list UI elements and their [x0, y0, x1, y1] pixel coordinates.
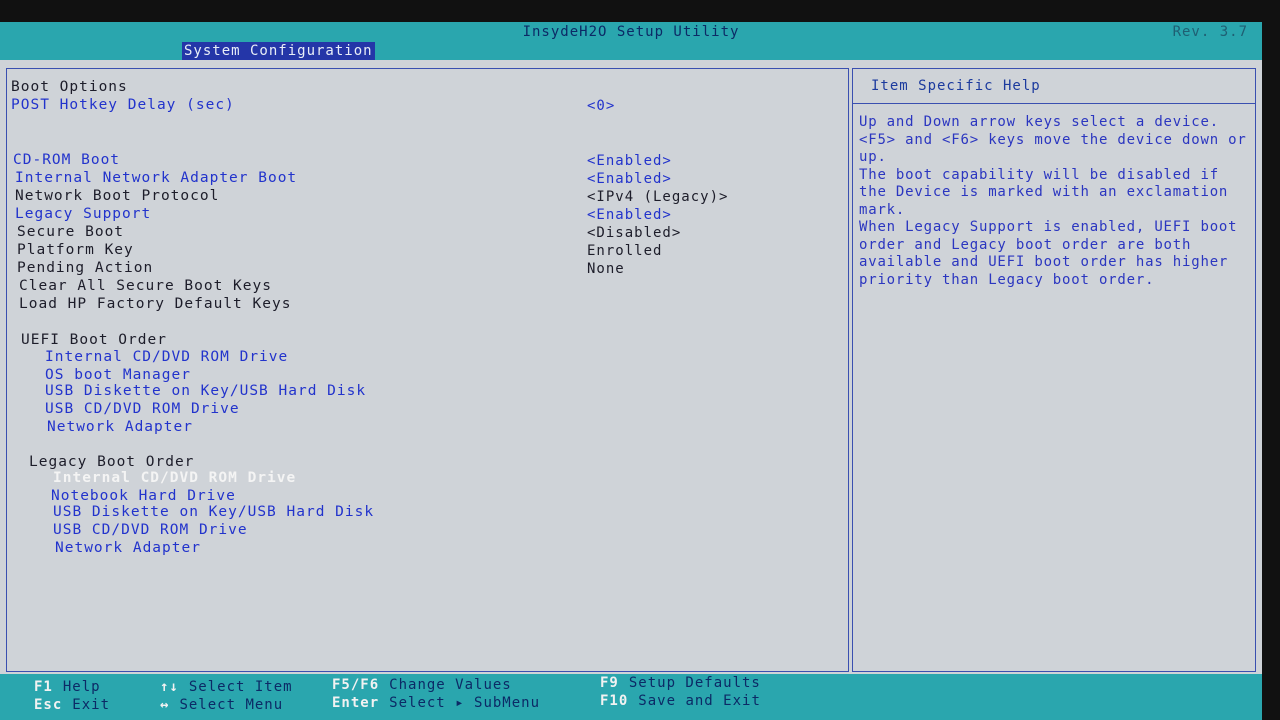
legacy-boot-item[interactable]: USB Diskette on Key/USB Hard Disk [53, 504, 374, 520]
save-exit-desc: Save and Exit [638, 693, 761, 709]
key-legend-bar: F1 Help Esc Exit ↑↓ Select Item ↔ Select Men… [0, 674, 1262, 720]
legacy-support-label[interactable]: Legacy Support [15, 206, 151, 222]
left-right-arrow-icon: ↔ [160, 697, 170, 713]
esc-exit-hint: Esc Exit [34, 697, 110, 713]
network-boot-protocol-value[interactable]: <IPv4 (Legacy)> [587, 189, 728, 205]
boot-options-heading: Boot Options [11, 79, 128, 95]
secure-boot-label[interactable]: Secure Boot [17, 224, 124, 240]
help-body: Up and Down arrow keys select a device. … [853, 104, 1255, 289]
select-menu-hint: ↔ Select Menu [160, 697, 283, 713]
setup-defaults-hint: F9 Setup Defaults [600, 675, 761, 691]
legacy-boot-item[interactable]: Network Adapter [55, 540, 201, 556]
uefi-boot-item[interactable]: OS boot Manager [45, 367, 191, 383]
network-boot-protocol-label[interactable]: Network Boot Protocol [15, 188, 219, 204]
app-title: InsydeH2O Setup Utility [522, 24, 740, 40]
f1-key: F1 [34, 679, 53, 695]
post-hotkey-delay-value[interactable]: <0> [587, 98, 615, 114]
f5-f6-key: F5/F6 [332, 677, 380, 693]
pending-action-label: Pending Action [17, 260, 154, 276]
help-text: Up and Down arrow keys select a device. … [859, 114, 1247, 165]
enter-key: Enter [332, 695, 380, 711]
title-bar: InsydeH2O Setup Utility Rev. 3.7 [0, 22, 1262, 42]
legacy-boot-order-heading: Legacy Boot Order [29, 454, 195, 470]
setup-defaults-desc: Setup Defaults [628, 675, 761, 691]
main-panel: Boot Options POST Hotkey Delay (sec) <0>… [6, 68, 849, 672]
legacy-support-value[interactable]: <Enabled> [587, 207, 672, 223]
uefi-boot-order-heading: UEFI Boot Order [21, 332, 167, 348]
legacy-boot-item[interactable]: Notebook Hard Drive [51, 488, 236, 504]
select-item-hint: ↑↓ Select Item [160, 679, 293, 695]
tab-system-configuration[interactable]: System Configuration [182, 42, 375, 60]
revision-label: Rev. 3.7 [1172, 24, 1248, 40]
change-values-desc: Change Values [389, 677, 512, 693]
network-adapter-boot-value[interactable]: <Enabled> [587, 171, 672, 187]
secure-boot-value[interactable]: <Disabled> [587, 225, 681, 241]
f1-desc: Help [62, 679, 101, 695]
esc-key: Esc [34, 697, 63, 713]
save-exit-hint: F10 Save and Exit [600, 693, 761, 709]
uefi-boot-item[interactable]: USB CD/DVD ROM Drive [45, 401, 240, 417]
esc-desc: Exit [72, 697, 111, 713]
f1-help-hint: F1 Help [34, 679, 101, 695]
f10-key: F10 [600, 693, 629, 709]
uefi-boot-item[interactable]: USB Diskette on Key/USB Hard Disk [45, 383, 366, 399]
help-text: When Legacy Support is enabled, UEFI boo… [859, 219, 1238, 288]
select-item-desc: Select Item [188, 679, 293, 695]
post-hotkey-delay-label[interactable]: POST Hotkey Delay (sec) [11, 97, 235, 113]
platform-key-label: Platform Key [17, 242, 134, 258]
help-panel: Item Specific Help Up and Down arrow key… [852, 68, 1256, 672]
cdrom-boot-label[interactable]: CD-ROM Boot [13, 152, 120, 168]
cdrom-boot-value[interactable]: <Enabled> [587, 153, 672, 169]
change-values-hint: F5/F6 Change Values [332, 677, 512, 693]
f9-key: F9 [600, 675, 619, 691]
legacy-boot-item[interactable]: USB CD/DVD ROM Drive [53, 522, 248, 538]
pending-action-value: None [587, 261, 625, 277]
bios-screen: InsydeH2O Setup Utility Rev. 3.7 System … [0, 22, 1262, 720]
uefi-boot-item[interactable]: Network Adapter [47, 419, 193, 435]
load-hp-default-keys[interactable]: Load HP Factory Default Keys [19, 296, 291, 312]
help-text: The boot capability will be disabled if … [859, 166, 1229, 218]
enter-desc: Select ▸ SubMenu [389, 695, 541, 711]
clear-secure-boot-keys[interactable]: Clear All Secure Boot Keys [19, 278, 272, 294]
select-menu-desc: Select Menu [179, 697, 284, 713]
up-down-arrow-icon: ↑↓ [160, 679, 179, 695]
uefi-boot-item[interactable]: Internal CD/DVD ROM Drive [45, 349, 288, 365]
menu-bar: System Configuration [0, 42, 1262, 60]
legacy-boot-item-selected[interactable]: Internal CD/DVD ROM Drive [53, 470, 296, 486]
enter-submenu-hint: Enter Select ▸ SubMenu [332, 695, 540, 711]
platform-key-value: Enrolled [587, 243, 663, 259]
help-header: Item Specific Help [853, 69, 1255, 104]
network-adapter-boot-label[interactable]: Internal Network Adapter Boot [15, 170, 297, 186]
